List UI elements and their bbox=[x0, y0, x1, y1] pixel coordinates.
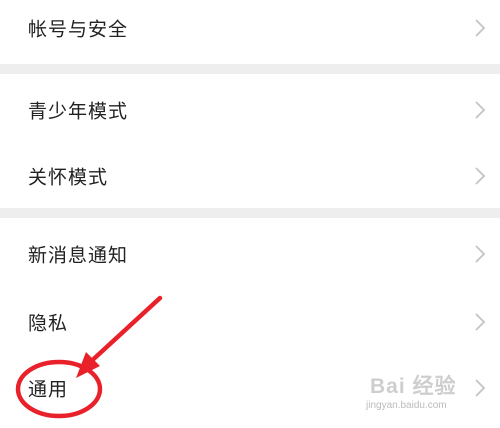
settings-item-label: 关怀模式 bbox=[28, 166, 109, 189]
settings-item-teen-mode[interactable]: 青少年模式 bbox=[0, 74, 500, 146]
section-gap bbox=[0, 208, 500, 218]
watermark-domain: jingyan.baidu.com bbox=[366, 400, 447, 411]
settings-item-account-security[interactable]: 帐号与安全 bbox=[0, 0, 500, 64]
chevron-right-icon bbox=[475, 245, 486, 263]
watermark-brand: Bai 经验 bbox=[370, 375, 457, 398]
settings-item-label: 新消息通知 bbox=[28, 244, 129, 267]
settings-item-care-mode[interactable]: 关怀模式 bbox=[0, 140, 500, 212]
settings-item-label: 隐私 bbox=[28, 312, 69, 335]
chevron-right-icon bbox=[475, 19, 486, 37]
chevron-right-icon bbox=[475, 167, 486, 185]
settings-item-label: 通用 bbox=[28, 378, 69, 401]
section-gap bbox=[0, 64, 500, 74]
baidu-jingyan-watermark: Bai 经验 jingyan.baidu.com bbox=[362, 366, 492, 418]
chevron-right-icon bbox=[475, 101, 486, 119]
settings-item-label: 帐号与安全 bbox=[28, 18, 129, 41]
settings-item-label: 青少年模式 bbox=[28, 100, 129, 123]
settings-item-privacy[interactable]: 隐私 bbox=[0, 286, 500, 358]
settings-screen: 帐号与安全 青少年模式 关怀模式 新消息通知 隐私 通用 Bai 经验 jing… bbox=[0, 0, 500, 428]
settings-item-notifications[interactable]: 新消息通知 bbox=[0, 218, 500, 290]
chevron-right-icon bbox=[475, 313, 486, 331]
